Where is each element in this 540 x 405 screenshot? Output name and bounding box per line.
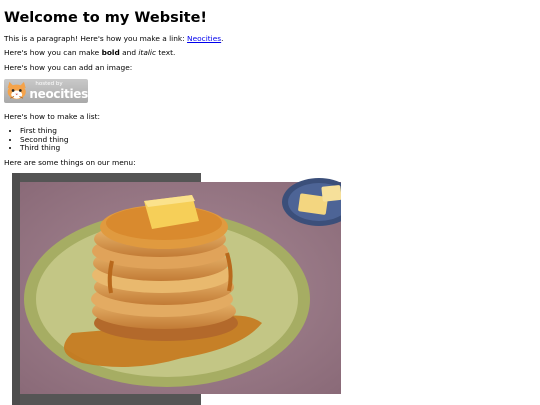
list-paragraph: Here's how to make a list: bbox=[4, 112, 100, 121]
neocities-link[interactable]: Neocities bbox=[187, 34, 221, 43]
hosted-by-neocities-badge: hosted by neocities bbox=[4, 79, 88, 103]
formatting-paragraph: Here's how you can make bold and italic … bbox=[4, 48, 176, 57]
page-title: Welcome to my Website! bbox=[4, 10, 208, 26]
pancakes-image bbox=[12, 173, 341, 405]
italic-text: italic bbox=[138, 48, 157, 57]
menu-paragraph: Here are some things on our menu: bbox=[4, 158, 136, 167]
list-item: Third thing bbox=[20, 143, 69, 153]
example-list: First thing Second thing Third thing bbox=[4, 126, 69, 153]
neocities-cat-icon bbox=[7, 81, 26, 100]
image-paragraph: Here's how you can add an image: bbox=[4, 63, 133, 72]
link-paragraph: This is a paragraph! Here's how you make… bbox=[4, 34, 224, 43]
bold-text: bold bbox=[101, 48, 120, 57]
